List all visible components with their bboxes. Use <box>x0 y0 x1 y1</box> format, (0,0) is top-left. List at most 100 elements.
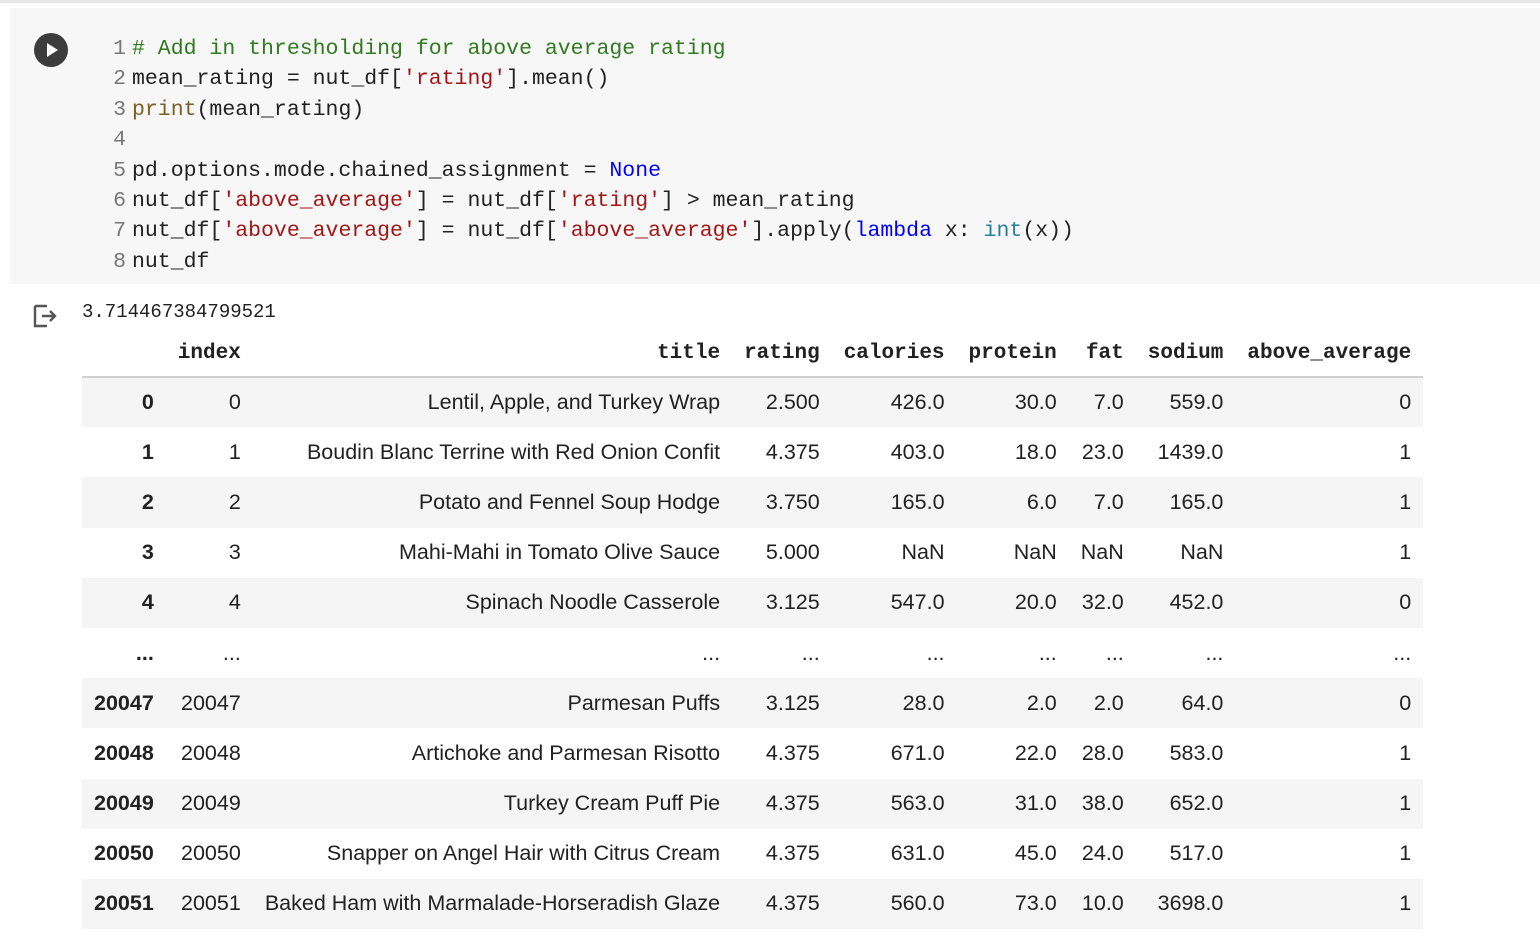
code-line: 8 nut_df <box>102 247 1074 277</box>
table-cell: 3698.0 <box>1157 891 1224 916</box>
table-cell: 1 <box>1399 489 1412 514</box>
table-cell: 30.0 <box>1014 390 1057 415</box>
table-cell: 4.375 <box>765 439 820 464</box>
table-cell: Boudin Blanc Terrine with Red Onion Conf… <box>306 439 721 464</box>
code-token: nut_df[ <box>132 219 223 244</box>
table-cell: Lentil, Apple, and Turkey Wrap <box>427 390 721 415</box>
code-token: int <box>983 219 1023 244</box>
code-line: 4 <box>102 125 1074 155</box>
table-cell: NaN <box>1180 540 1224 565</box>
code-line: 7 nut_df['above_average'] = nut_df['above… <box>102 216 1074 246</box>
table-cell: Spinach Noodle Casserole <box>465 590 721 615</box>
code-token: mean_rating = nut_df[ <box>132 67 403 92</box>
code-token: # Add in thresholding for above average … <box>132 37 726 61</box>
table-cell: 4.375 <box>765 740 820 765</box>
table-body: 0 0 Lentil, Apple, and Turkey Wrap 2.500 426… <box>82 377 1424 930</box>
table-cell: 3 <box>228 540 241 565</box>
column-header <box>82 330 166 378</box>
table-row: 20051 20051 Baked Ham with Marmalade-Horse… <box>82 878 1424 930</box>
table-cell: 28.0 <box>1081 740 1124 765</box>
table-cell: 563.0 <box>890 791 945 816</box>
row-index-label: 20049 <box>94 791 154 816</box>
row-index-label: 20050 <box>94 841 154 866</box>
table-cell: 560.0 <box>890 891 945 916</box>
table-cell: 426.0 <box>890 390 945 415</box>
code-token: ] = nut_df[ <box>415 219 558 244</box>
table-cell: 28.0 <box>902 690 945 715</box>
table-cell: 1 <box>228 439 241 464</box>
table-cell: 7.0 <box>1093 489 1124 514</box>
table-cell: 1 <box>1399 841 1412 866</box>
table-row: 20048 20048 Artichoke and Parmesan Risotto… <box>82 728 1424 779</box>
stdout-output: 3.714467384799521 <box>82 301 276 323</box>
table-cell: 6.0 <box>1026 489 1057 514</box>
line-number: 8 <box>113 249 126 274</box>
column-header: rating <box>732 330 832 378</box>
output-arrow-icon[interactable] <box>30 302 58 330</box>
code-token: ] > mean_rating <box>661 188 855 213</box>
table-cell: 165.0 <box>890 489 945 514</box>
table-cell: 64.0 <box>1181 690 1224 715</box>
table-cell: 73.0 <box>1014 891 1057 916</box>
table-row: 20049 20049 Turkey Cream Puff Pie 4.375 563.… <box>82 778 1424 829</box>
top-divider <box>0 0 1540 3</box>
row-index-label: 3 <box>141 540 154 565</box>
table-cell: 20049 <box>181 791 241 816</box>
column-header: sodium <box>1135 330 1236 378</box>
table-cell: 403.0 <box>890 439 945 464</box>
table-cell: 2.500 <box>765 390 820 415</box>
table-cell: Baked Ham with Marmalade-Horseradish Gla… <box>264 891 721 916</box>
table-cell: 0 <box>1399 390 1412 415</box>
table-cell: 10.0 <box>1081 891 1124 916</box>
column-header: title <box>252 330 733 378</box>
line-number: 5 <box>113 158 126 183</box>
table-cell: Turkey Cream Puff Pie <box>503 791 721 816</box>
table-cell: 1 <box>1399 891 1412 916</box>
table-cell: 20051 <box>181 891 241 916</box>
table-cell: 2.0 <box>1026 690 1057 715</box>
code-token: ].mean() <box>506 67 610 92</box>
table-cell: 18.0 <box>1014 439 1057 464</box>
table-cell: 20048 <box>181 740 241 765</box>
line-number: 3 <box>113 97 126 122</box>
table-cell: 3.125 <box>765 590 820 615</box>
play-icon <box>47 43 58 57</box>
code-token: (mean_rating) <box>196 97 365 122</box>
table-cell: Potato and Fennel Soup Hodge <box>418 489 721 514</box>
table-cell: ... <box>222 640 241 665</box>
line-number: 7 <box>113 219 126 244</box>
table-cell: 583.0 <box>1169 740 1224 765</box>
table-row: 20047 20047 Parmesan Puffs 3.125 28.0 2.0 2.0 6… <box>82 678 1424 729</box>
table-cell: 20050 <box>181 841 241 866</box>
table-cell: 547.0 <box>890 590 945 615</box>
run-cell-button[interactable] <box>34 33 68 67</box>
table-cell: ... <box>702 640 721 665</box>
code-cell[interactable]: 1 # Add in thresholding for above average… <box>10 8 1540 284</box>
table-cell: 45.0 <box>1014 841 1057 866</box>
code-token: pd.options.mode.chained_assignment = <box>132 158 610 183</box>
table-cell: 559.0 <box>1169 390 1224 415</box>
code-token: 'rating' <box>557 188 662 213</box>
table-cell: 1439.0 <box>1157 439 1224 464</box>
table-cell: 4.375 <box>765 841 820 866</box>
table-cell: 22.0 <box>1014 740 1057 765</box>
column-header: index <box>165 330 253 378</box>
row-index-label: ... <box>135 640 154 665</box>
row-index-label: 0 <box>141 390 154 415</box>
code-token: None <box>609 158 661 183</box>
code-token: nut_df <box>132 249 210 274</box>
code-editor[interactable]: 1 # Add in thresholding for above average… <box>102 34 1074 277</box>
table-cell: 3.750 <box>765 489 820 514</box>
table-cell: 24.0 <box>1081 841 1124 866</box>
code-line: 5 pd.options.mode.chained_assignment = No… <box>102 156 1074 186</box>
table-row: 1 1 Boudin Blanc Terrine with Red Onion Co… <box>82 427 1424 478</box>
table-cell: 4.375 <box>765 891 820 916</box>
table-cell: ... <box>1393 640 1412 665</box>
table-cell: 1 <box>1399 439 1412 464</box>
table-row: 3 3 Mahi-Mahi in Tomato Olive Sauce 5.000 Na… <box>82 527 1424 578</box>
table-cell: NaN <box>1080 540 1124 565</box>
code-token: print <box>132 97 197 122</box>
dataframe-table: index title rating calories protein fat sodium… <box>82 330 1424 930</box>
table-cell: 2 <box>228 489 241 514</box>
table-cell: 1 <box>1399 791 1412 816</box>
